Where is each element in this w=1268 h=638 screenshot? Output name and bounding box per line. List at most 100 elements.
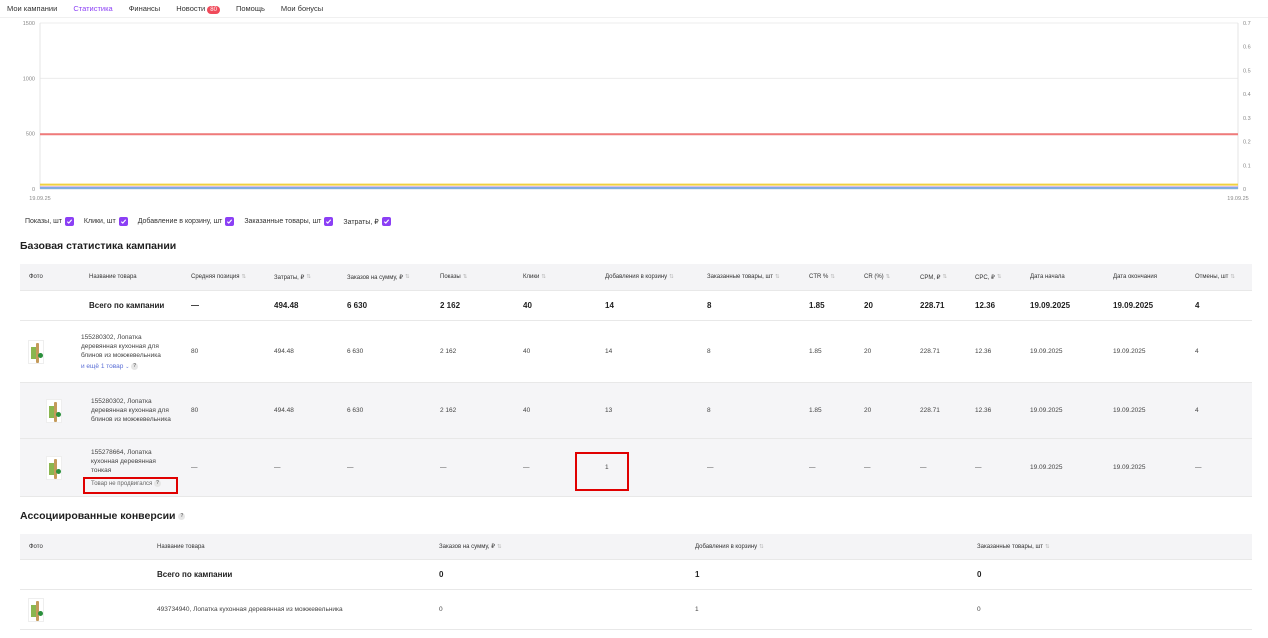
sort-icon[interactable]: ⇅	[242, 274, 247, 280]
sort-icon[interactable]: ⇅	[1045, 544, 1050, 550]
legend-item[interactable]: Показы, шт	[25, 217, 74, 226]
legend-item[interactable]: Заказанные товары, шт	[244, 217, 334, 226]
product-photo[interactable]	[28, 339, 44, 364]
column-header[interactable]: Клики	[523, 274, 539, 280]
table-cell: 1	[686, 560, 968, 589]
y-right-tick: 0.2	[1243, 140, 1251, 146]
table-cell: 12.36	[966, 321, 1021, 382]
y-right-tick: 0.3	[1243, 116, 1251, 122]
x-tick: 19.09.25	[1227, 196, 1248, 202]
cell-value: 20	[864, 348, 872, 355]
table-cell: Фото	[20, 264, 80, 290]
column-header[interactable]: Заказов на сумму, ₽	[347, 274, 403, 281]
nav-item-1[interactable]: Статистика	[73, 4, 112, 13]
column-header[interactable]: CTR %	[809, 274, 828, 280]
legend-item[interactable]: Добавление в корзину, шт	[138, 217, 235, 226]
table-cell: 6 630	[338, 383, 431, 438]
nav-item-4[interactable]: Помощь	[236, 4, 265, 13]
cell-value: 13	[605, 407, 613, 414]
total-value: 8	[707, 301, 712, 310]
column-header[interactable]: Добавления в корзину	[605, 274, 667, 280]
table-cell: Показы ⇅	[431, 264, 514, 290]
sort-icon[interactable]: ⇅	[405, 274, 410, 280]
sort-icon[interactable]: ⇅	[997, 274, 1002, 280]
table-cell: —	[1186, 439, 1252, 496]
sort-icon[interactable]: ⇅	[463, 274, 468, 280]
cell-value: 19.09.2025	[1113, 348, 1146, 355]
table-cell: 80	[182, 383, 265, 438]
sort-icon[interactable]: ⇅	[759, 544, 764, 550]
column-header[interactable]: Отмены, шт	[1195, 274, 1228, 280]
checkbox-checked-icon[interactable]	[324, 217, 334, 226]
table-cell: 40	[514, 291, 596, 320]
cell-value: 19.09.2025	[1030, 407, 1063, 414]
cell-value: 80	[191, 348, 199, 355]
column-header[interactable]: CPC, ₽	[975, 274, 995, 281]
nav-item-2[interactable]: Финансы	[129, 4, 161, 13]
more-products-link[interactable]: и ещё 1 товар ⌄ ?	[81, 362, 179, 370]
table-cell: 1	[686, 590, 968, 629]
help-icon[interactable]: ?	[178, 512, 186, 520]
cell-value: —	[975, 464, 982, 471]
checkbox-checked-icon[interactable]	[225, 217, 235, 226]
sort-icon[interactable]: ⇅	[886, 274, 891, 280]
stats-chart: 1500 1000 500 0 0.7 0.6 0.5 0.4 0.3 0.2 0.1 0 19.09.…	[23, 21, 1251, 202]
table-cell: 494.48	[265, 383, 338, 438]
table-cell: 20	[855, 291, 911, 320]
column-header[interactable]: Заказов на сумму, ₽	[439, 543, 495, 550]
checkbox-checked-icon[interactable]	[64, 217, 74, 226]
product-photo[interactable]	[28, 597, 44, 622]
total-value: 40	[523, 301, 532, 310]
table-cell: 228.71	[911, 291, 966, 320]
column-header[interactable]: CR (%)	[864, 274, 884, 280]
column-header[interactable]: Заказанные товары, шт	[707, 274, 773, 280]
table-cell: 2 162	[431, 291, 514, 320]
table-cell: 2 162	[431, 321, 514, 382]
sort-icon[interactable]: ⇅	[306, 274, 311, 280]
table-cell: 4	[1186, 383, 1252, 438]
y-right-tick: 0.7	[1243, 21, 1251, 27]
sort-icon[interactable]: ⇅	[541, 274, 546, 280]
total-label: Всего по кампании	[89, 301, 165, 310]
y-left-tick: 0	[32, 187, 35, 193]
product-photo[interactable]	[46, 398, 62, 423]
column-header[interactable]: Показы	[440, 274, 461, 280]
sort-icon[interactable]: ⇅	[830, 274, 835, 280]
help-icon[interactable]: ?	[131, 362, 139, 370]
cell-value: 228.71	[920, 348, 940, 355]
top-nav: Мои кампании Статистика Финансы Новости 80 По…	[0, 0, 1268, 18]
highlight-not-promoted	[83, 477, 178, 494]
sort-icon[interactable]: ⇅	[775, 274, 780, 280]
table-cell: 8	[698, 383, 800, 438]
column-header: Фото	[29, 543, 43, 550]
total-value: 494.48	[274, 301, 299, 310]
legend-item[interactable]: Затраты, ₽	[343, 217, 391, 226]
legend-item[interactable]: Клики, шт	[84, 217, 128, 226]
nav-item-3[interactable]: Новости 80	[176, 4, 220, 14]
column-header[interactable]: Средняя позиция	[191, 274, 240, 280]
y-right-tick: 0.4	[1243, 92, 1251, 98]
table-cell: 14	[596, 321, 698, 382]
column-header[interactable]: Добавления в корзину	[695, 544, 757, 550]
cell-value: —	[920, 464, 927, 471]
column-header[interactable]: Затраты, ₽	[274, 274, 304, 281]
table-cell: Заказанные товары, шт ⇅	[968, 534, 1252, 559]
sort-icon[interactable]: ⇅	[669, 274, 674, 280]
column-header[interactable]: CPM, ₽	[920, 274, 940, 281]
column-header: Название товара	[89, 274, 137, 280]
table-cell: 6 630	[338, 291, 431, 320]
sort-icon[interactable]: ⇅	[497, 544, 502, 550]
nav-item-5[interactable]: Мои бонусы	[281, 4, 323, 13]
column-header[interactable]: Заказанные товары, шт	[977, 544, 1043, 550]
cell-value: —	[440, 464, 447, 471]
total-value: 19.09.2025	[1030, 301, 1071, 310]
table-cell: 19.09.2025	[1104, 321, 1186, 382]
sort-icon[interactable]: ⇅	[942, 274, 947, 280]
product-photo[interactable]	[46, 455, 62, 480]
nav-item-0[interactable]: Мои кампании	[7, 4, 57, 13]
checkbox-checked-icon[interactable]	[118, 217, 128, 226]
sort-icon[interactable]: ⇅	[1230, 274, 1235, 280]
table-cell: 40	[514, 383, 596, 438]
table-cell: 494.48	[265, 291, 338, 320]
checkbox-checked-icon[interactable]	[381, 217, 391, 226]
